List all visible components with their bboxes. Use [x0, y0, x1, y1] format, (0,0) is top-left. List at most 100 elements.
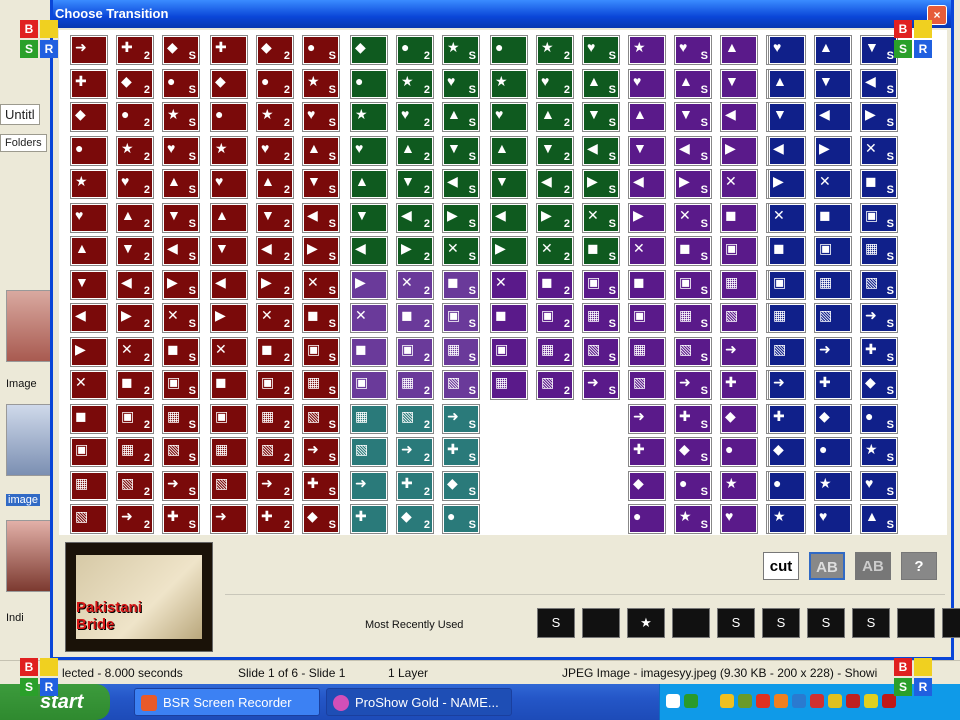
transition-cell[interactable]: ◼ — [814, 202, 852, 233]
transition-cell[interactable]: ▲S — [860, 504, 898, 534]
transition-cell[interactable]: ▣S — [674, 269, 712, 300]
transition-cell[interactable]: ▧ — [628, 370, 666, 400]
transition-cell[interactable]: ▧ 2 — [396, 403, 434, 434]
transition-cell[interactable]: ▶ — [210, 303, 248, 333]
transition-cell[interactable]: ● — [814, 437, 852, 467]
tray-app-icon-3[interactable] — [738, 694, 752, 708]
transition-cell[interactable]: ▦ — [768, 303, 806, 333]
transition-cell[interactable]: ◆S — [302, 504, 340, 534]
tray-app-icon-4[interactable] — [756, 694, 770, 708]
transition-cell[interactable]: ✕ — [768, 202, 806, 233]
transition-cell[interactable]: ◀ 2 — [536, 169, 574, 199]
transition-cell[interactable]: ★ 2 — [116, 135, 154, 166]
transition-cell[interactable]: ●S — [674, 470, 712, 501]
transition-cell[interactable]: ▧S — [162, 437, 200, 467]
transition-cell[interactable]: ◼ 2 — [396, 303, 434, 333]
transition-cell[interactable]: ▧ — [768, 336, 806, 367]
transition-cell[interactable]: ✚ — [720, 370, 758, 400]
transition-cell[interactable]: ✕S — [582, 202, 620, 233]
transition-cell[interactable]: ◀ — [70, 303, 108, 333]
transition-cell[interactable]: ▦S — [582, 303, 620, 333]
back-thumb-1[interactable] — [6, 290, 52, 362]
transition-cell[interactable]: ♥ — [628, 68, 666, 99]
transition-cell[interactable]: ◼S — [302, 303, 340, 333]
transition-cell[interactable]: ➜ — [768, 370, 806, 400]
transition-cell[interactable]: ✕S — [442, 236, 480, 266]
transition-cell[interactable]: ▦ — [210, 437, 248, 467]
transition-cell[interactable]: ➜ — [814, 336, 852, 367]
transition-cell[interactable]: ▼S — [162, 202, 200, 233]
back-tab-untitled[interactable]: Untitl — [0, 104, 40, 125]
transition-cell[interactable]: ♥S — [442, 68, 480, 99]
transition-cell[interactable]: ▦S — [302, 370, 340, 400]
transition-cell[interactable]: ◆ 2 — [256, 35, 294, 65]
transition-cell[interactable]: ✚ 2 — [116, 35, 154, 65]
transition-cell[interactable]: ♥S — [162, 135, 200, 166]
transition-cell[interactable]: ▦ — [720, 269, 758, 300]
back-tab-folders[interactable]: Folders — [0, 134, 47, 152]
transition-cell[interactable]: ◀ — [490, 202, 528, 233]
transition-cell[interactable]: ▧ — [70, 504, 108, 534]
transition-cell[interactable]: ✚S — [674, 403, 712, 434]
mru-transition-item[interactable]: S — [807, 608, 845, 638]
transition-cell[interactable]: ▶S — [442, 202, 480, 233]
mru-transition-item[interactable] — [582, 608, 620, 638]
transition-cell[interactable]: ✚ 2 — [256, 504, 294, 534]
transition-cell[interactable]: ★ — [720, 470, 758, 501]
transition-cell[interactable]: ✚S — [162, 504, 200, 534]
transition-cell[interactable]: ▲ — [210, 202, 248, 233]
transition-cell[interactable]: ▣ — [720, 236, 758, 266]
transition-cell[interactable]: ▣ 2 — [116, 403, 154, 434]
transition-cell[interactable]: ▼ — [490, 169, 528, 199]
transition-cell[interactable]: ▶S — [674, 169, 712, 199]
transition-cell[interactable]: ▶ — [720, 135, 758, 166]
transition-cell[interactable]: ▼ — [720, 68, 758, 99]
transition-cell[interactable]: ▲S — [582, 68, 620, 99]
transition-cell[interactable]: ▲ — [814, 35, 852, 65]
transition-cell[interactable]: ◆ — [768, 437, 806, 467]
tray-app-icon-6[interactable] — [792, 694, 806, 708]
mru-transition-item[interactable]: S — [537, 608, 575, 638]
transition-cell[interactable]: ♥ 2 — [116, 169, 154, 199]
transition-cell[interactable]: ▦S — [442, 336, 480, 367]
mru-transition-item[interactable] — [942, 608, 960, 638]
transition-cell[interactable]: ✚ 2 — [396, 470, 434, 501]
transition-cell[interactable]: ◆ — [720, 403, 758, 434]
transition-cell[interactable]: ♥ — [350, 135, 388, 166]
mru-transition-item[interactable]: S — [762, 608, 800, 638]
transition-cell[interactable]: ➜ — [628, 403, 666, 434]
transition-cell[interactable]: ▶ 2 — [396, 236, 434, 266]
transition-cell[interactable]: ▦ — [70, 470, 108, 501]
transition-cell[interactable]: ▧ — [210, 470, 248, 501]
transition-cell[interactable]: ● — [768, 470, 806, 501]
transition-cell[interactable]: ♥ 2 — [536, 68, 574, 99]
transition-cell[interactable]: ✚S — [442, 437, 480, 467]
transition-cell[interactable]: ✕S — [302, 269, 340, 300]
transition-cell[interactable]: ♥ — [720, 504, 758, 534]
back-thumb-2[interactable] — [6, 404, 52, 476]
transition-cell[interactable]: ★ 2 — [256, 102, 294, 132]
transition-cell[interactable]: ▲ — [628, 102, 666, 132]
transition-cell[interactable]: ➜S — [860, 303, 898, 333]
transition-cell[interactable]: ● — [210, 102, 248, 132]
transition-cell[interactable]: ▶ — [70, 336, 108, 367]
transition-cell[interactable]: ▧ — [350, 437, 388, 467]
transition-cell[interactable]: ▧S — [442, 370, 480, 400]
transition-cell[interactable]: ◀ — [720, 102, 758, 132]
transition-cell[interactable]: ▶S — [582, 169, 620, 199]
transition-cell[interactable]: ◼ 2 — [256, 336, 294, 367]
transition-cell[interactable]: ★ — [70, 169, 108, 199]
transition-cell[interactable]: ★ — [814, 470, 852, 501]
transition-cell[interactable]: ▼S — [674, 102, 712, 132]
transition-cell[interactable]: ▧ — [720, 303, 758, 333]
transition-cell[interactable]: ★ 2 — [396, 68, 434, 99]
transition-cell[interactable]: ◀ 2 — [116, 269, 154, 300]
transition-cell[interactable]: ◀ — [628, 169, 666, 199]
transition-cell[interactable]: ◆S — [162, 35, 200, 65]
transition-cell[interactable]: ✕ — [490, 269, 528, 300]
transition-cell[interactable]: ▧S — [860, 269, 898, 300]
tray-app-icon-11[interactable] — [882, 694, 896, 708]
transition-cell[interactable]: ♥S — [582, 35, 620, 65]
transition-cell[interactable]: ▦ — [628, 336, 666, 367]
mru-transition-item[interactable] — [672, 608, 710, 638]
